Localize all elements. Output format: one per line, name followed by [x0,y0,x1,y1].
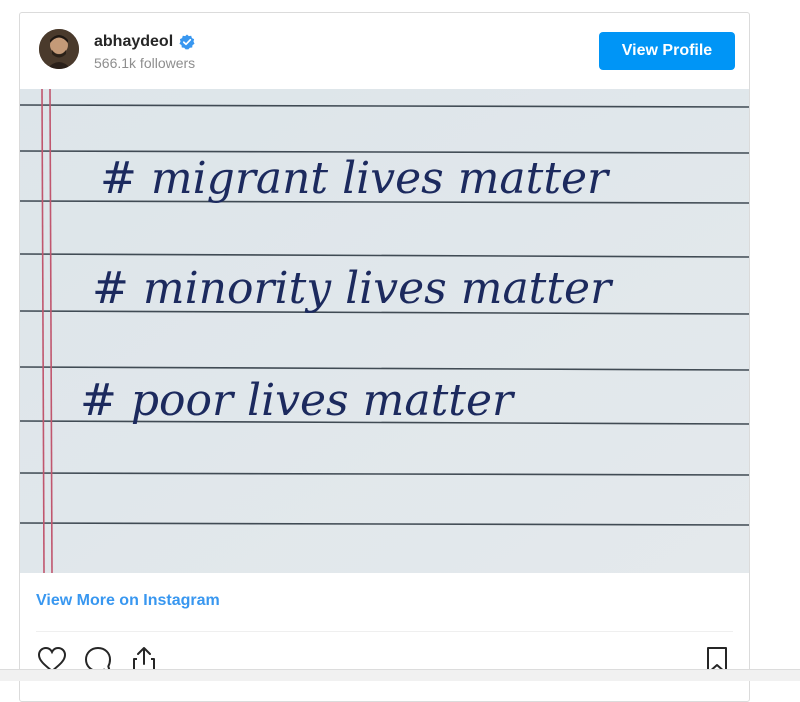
window-bottom-bar [0,669,800,681]
instagram-embed: abhaydeol 566.1k followers View Profile [19,12,750,702]
image-text-line-1: # migrant lives matter [100,153,611,204]
followers-count: 566.1k followers [94,55,196,71]
image-text-line-3: # poor lives matter [80,375,516,426]
view-more-link[interactable]: View More on Instagram [36,592,220,610]
view-profile-button[interactable]: View Profile [599,32,735,70]
verified-badge-icon [179,34,195,50]
username-row: abhaydeol [94,33,195,51]
divider [36,631,733,632]
avatar[interactable] [39,29,79,69]
post-header: abhaydeol 566.1k followers View Profile [20,13,749,89]
image-text-line-2: # minority lives matter [92,263,614,314]
handwritten-notebook-photo: # migrant lives matter # minority lives … [20,89,749,573]
username[interactable]: abhaydeol [94,33,173,51]
post-image[interactable]: # migrant lives matter # minority lives … [20,89,749,573]
